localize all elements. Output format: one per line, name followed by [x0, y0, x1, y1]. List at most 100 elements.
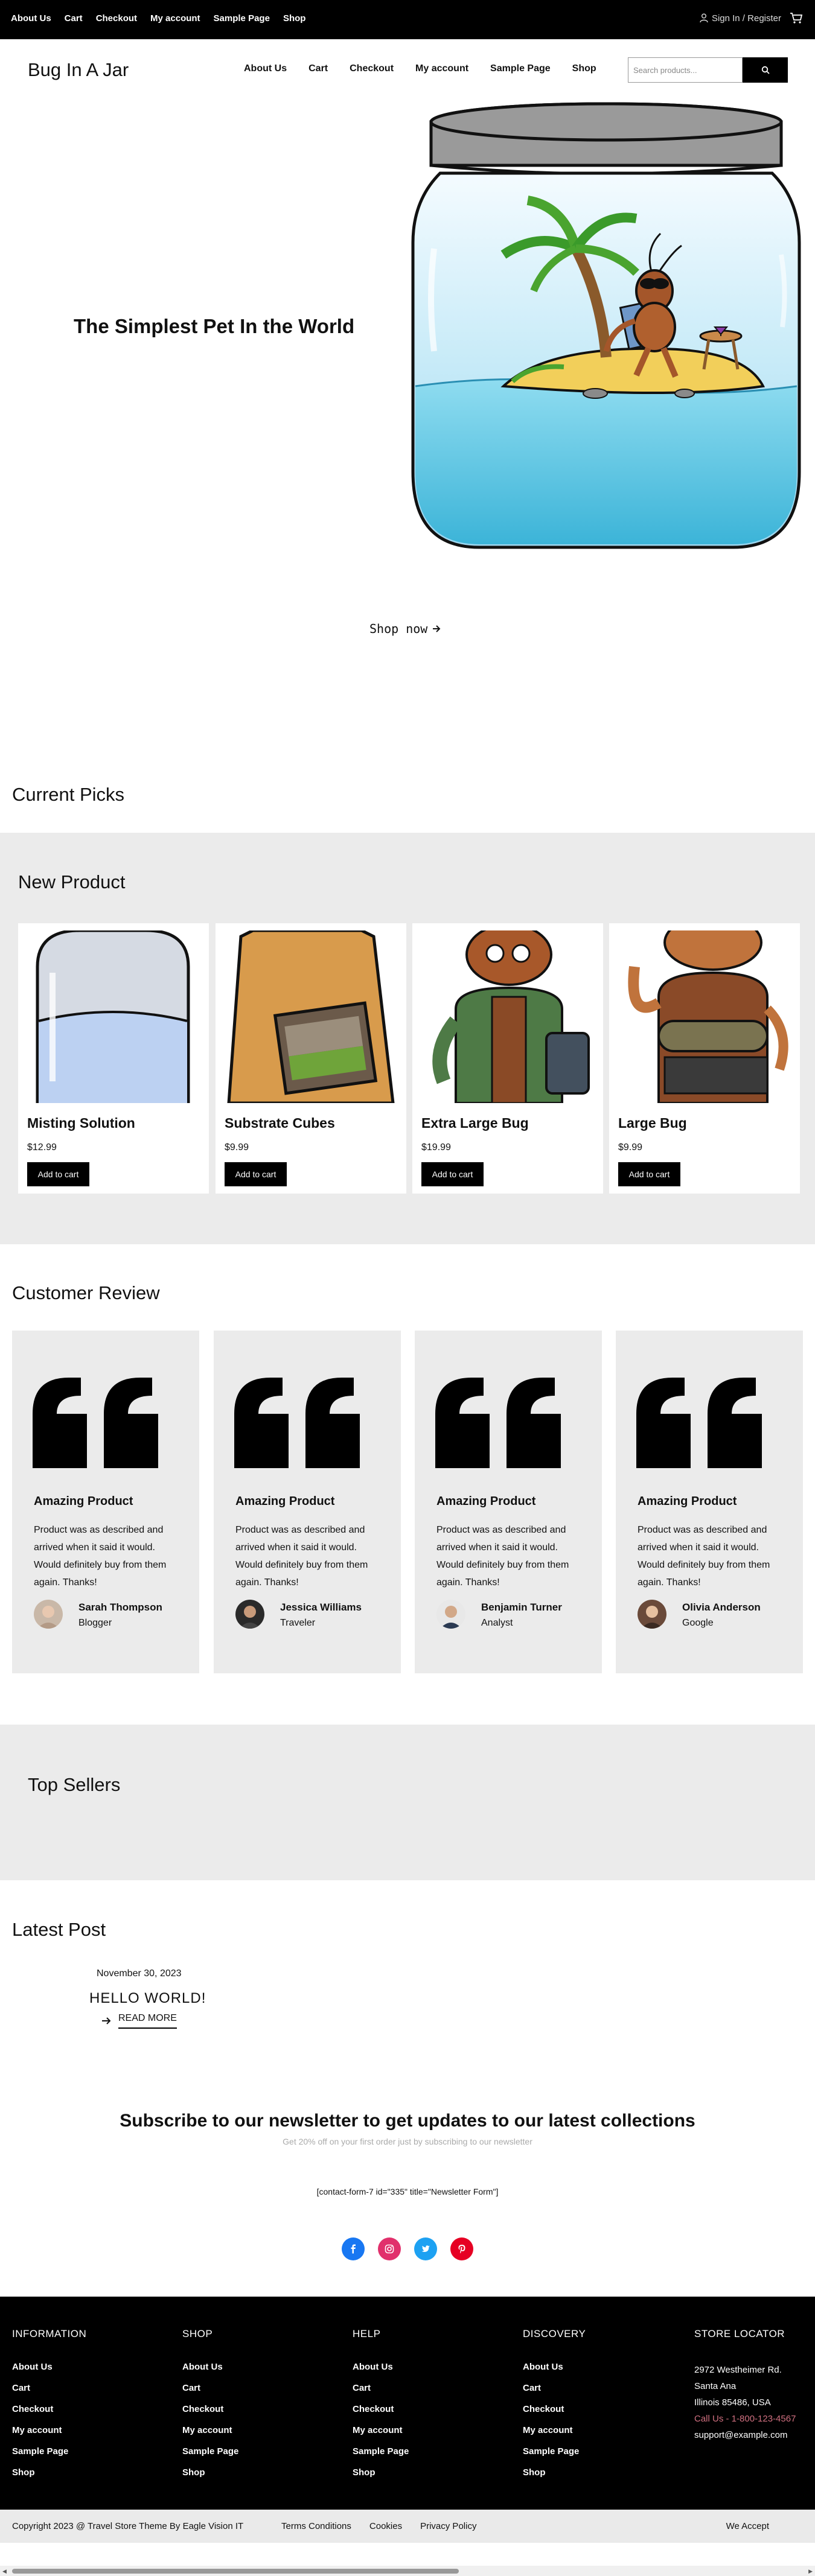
read-more-link[interactable]: READ MORE	[101, 2013, 177, 2029]
top-nav-checkout[interactable]: Checkout	[96, 13, 137, 24]
product-search: Search products...	[628, 57, 788, 83]
product-name[interactable]: Large Bug	[618, 1115, 687, 1131]
review-title: Amazing Product	[436, 1495, 536, 1508]
read-more-label: READ MORE	[118, 2013, 177, 2029]
main-nav-my-account[interactable]: My account	[415, 63, 468, 74]
search-input[interactable]: Search products...	[628, 57, 743, 83]
hero-title: The Simplest Pet In the World	[74, 315, 355, 337]
top-nav: About Us Cart Checkout My account Sample…	[11, 13, 305, 24]
footer-link[interactable]: About Us	[12, 2362, 86, 2383]
shop-now-button[interactable]: Shop now	[369, 622, 441, 636]
footer-link[interactable]: Cart	[523, 2383, 586, 2404]
footer-link[interactable]: My account	[353, 2425, 409, 2446]
product-card[interactable]: Misting Solution $12.99 Add to cart	[18, 923, 209, 1194]
product-image-extra-large-bug[interactable]	[420, 930, 596, 1103]
top-nav-cart[interactable]: Cart	[65, 13, 83, 24]
reviewer-role: Google	[682, 1618, 714, 1628]
avatar	[638, 1600, 666, 1629]
customer-review-title: Customer Review	[12, 1282, 160, 1303]
current-picks-title: Current Picks	[12, 784, 125, 805]
footer-link[interactable]: Cart	[182, 2383, 238, 2404]
product-image-large-bug[interactable]	[616, 930, 793, 1103]
footer-link[interactable]: Sample Page	[12, 2446, 86, 2467]
product-name[interactable]: Substrate Cubes	[225, 1115, 335, 1131]
add-to-cart-button[interactable]: Add to cart	[618, 1162, 680, 1186]
top-nav-my-account[interactable]: My account	[150, 13, 200, 24]
product-name[interactable]: Misting Solution	[27, 1115, 135, 1131]
add-to-cart-button[interactable]: Add to cart	[225, 1162, 287, 1186]
footer-link[interactable]: Checkout	[523, 2404, 586, 2425]
search-icon	[761, 66, 770, 74]
footer-link[interactable]: Shop	[523, 2467, 586, 2489]
top-bar: About Us Cart Checkout My account Sample…	[0, 0, 815, 39]
search-button[interactable]	[743, 57, 788, 83]
add-to-cart-button[interactable]: Add to cart	[421, 1162, 484, 1186]
footer-link[interactable]: Cart	[353, 2383, 409, 2404]
footer-link[interactable]: About Us	[353, 2362, 409, 2383]
top-nav-sample-page[interactable]: Sample Page	[214, 13, 270, 24]
footer-link[interactable]: Shop	[353, 2467, 409, 2489]
footer-link[interactable]: Sample Page	[182, 2446, 238, 2467]
newsletter-subtitle: Get 20% off on your first order just by …	[283, 2137, 532, 2146]
facebook-icon[interactable]	[342, 2237, 365, 2260]
main-nav-checkout[interactable]: Checkout	[350, 63, 394, 74]
footer-link[interactable]: Checkout	[12, 2404, 86, 2425]
legal-link-cookies[interactable]: Cookies	[369, 2521, 402, 2531]
scrollbar-thumb[interactable]	[12, 2569, 459, 2574]
product-image-misting-solution[interactable]	[25, 930, 202, 1103]
we-accept-label: We Accept	[726, 2521, 769, 2531]
footer-link[interactable]: Sample Page	[523, 2446, 586, 2467]
store-email[interactable]: support@example.com	[694, 2427, 796, 2443]
main-nav-shop[interactable]: Shop	[572, 63, 596, 74]
product-card[interactable]: Large Bug $9.99 Add to cart	[609, 923, 800, 1194]
top-nav-shop[interactable]: Shop	[283, 13, 306, 24]
legal-link-terms[interactable]: Terms Conditions	[281, 2521, 351, 2531]
footer-link[interactable]: My account	[523, 2425, 586, 2446]
scroll-right-icon[interactable]: ▶	[808, 2568, 813, 2575]
reviewer-name: Benjamin Turner	[481, 1601, 562, 1613]
footer-link[interactable]: Shop	[182, 2467, 238, 2489]
post-date: November 30, 2023	[97, 1968, 182, 1979]
review-text: Product was as described and arrived whe…	[638, 1525, 770, 1588]
footer-link[interactable]: About Us	[182, 2362, 238, 2383]
post-title[interactable]: HELLO WORLD!	[89, 1990, 206, 2007]
new-product-title: New Product	[18, 871, 126, 892]
product-card[interactable]: Extra Large Bug $19.99 Add to cart	[412, 923, 603, 1194]
review-text: Product was as described and arrived whe…	[235, 1525, 368, 1588]
site-logo[interactable]: Bug In A Jar	[28, 59, 129, 81]
footer-column-information: INFORMATION About Us Cart Checkout My ac…	[12, 2328, 86, 2489]
footer-link[interactable]: Checkout	[353, 2404, 409, 2425]
footer-link[interactable]: My account	[182, 2425, 238, 2446]
avatar	[235, 1600, 264, 1629]
footer-link[interactable]: My account	[12, 2425, 86, 2446]
footer-heading: SHOP	[182, 2328, 213, 2339]
product-card[interactable]: Substrate Cubes $9.99 Add to cart	[216, 923, 406, 1194]
quote-icon	[636, 1378, 762, 1468]
add-to-cart-button[interactable]: Add to cart	[27, 1162, 89, 1186]
horizontal-scrollbar[interactable]: ◀ ▶	[0, 2566, 815, 2576]
product-image-substrate-cubes[interactable]	[223, 930, 399, 1103]
review-title: Amazing Product	[235, 1495, 335, 1508]
top-nav-about-us[interactable]: About Us	[11, 13, 51, 24]
product-name[interactable]: Extra Large Bug	[421, 1115, 529, 1131]
store-phone[interactable]: Call Us - 1-800-123-4567	[694, 2411, 796, 2427]
instagram-icon[interactable]	[378, 2237, 401, 2260]
twitter-icon[interactable]	[414, 2237, 437, 2260]
copyright-text: Copyright 2023 @ Travel Store Theme By E…	[12, 2521, 244, 2531]
signin-link[interactable]: Sign In / Register	[700, 13, 781, 24]
footer-link[interactable]: Checkout	[182, 2404, 238, 2425]
newsletter-form-shortcode: [contact-form-7 id="335" title="Newslett…	[316, 2187, 499, 2196]
footer-heading: DISCOVERY	[523, 2328, 586, 2339]
scroll-left-icon[interactable]: ◀	[2, 2568, 7, 2575]
legal-link-privacy[interactable]: Privacy Policy	[420, 2521, 476, 2531]
main-nav-cart[interactable]: Cart	[308, 63, 328, 74]
pinterest-icon[interactable]	[450, 2237, 473, 2260]
bug-in-jar-illustration	[411, 102, 801, 549]
footer-link[interactable]: Shop	[12, 2467, 86, 2489]
footer-link[interactable]: Sample Page	[353, 2446, 409, 2467]
main-nav-about-us[interactable]: About Us	[244, 63, 287, 74]
cart-icon[interactable]	[790, 12, 803, 24]
footer-link[interactable]: Cart	[12, 2383, 86, 2404]
main-nav-sample-page[interactable]: Sample Page	[490, 63, 551, 74]
footer-link[interactable]: About Us	[523, 2362, 586, 2383]
